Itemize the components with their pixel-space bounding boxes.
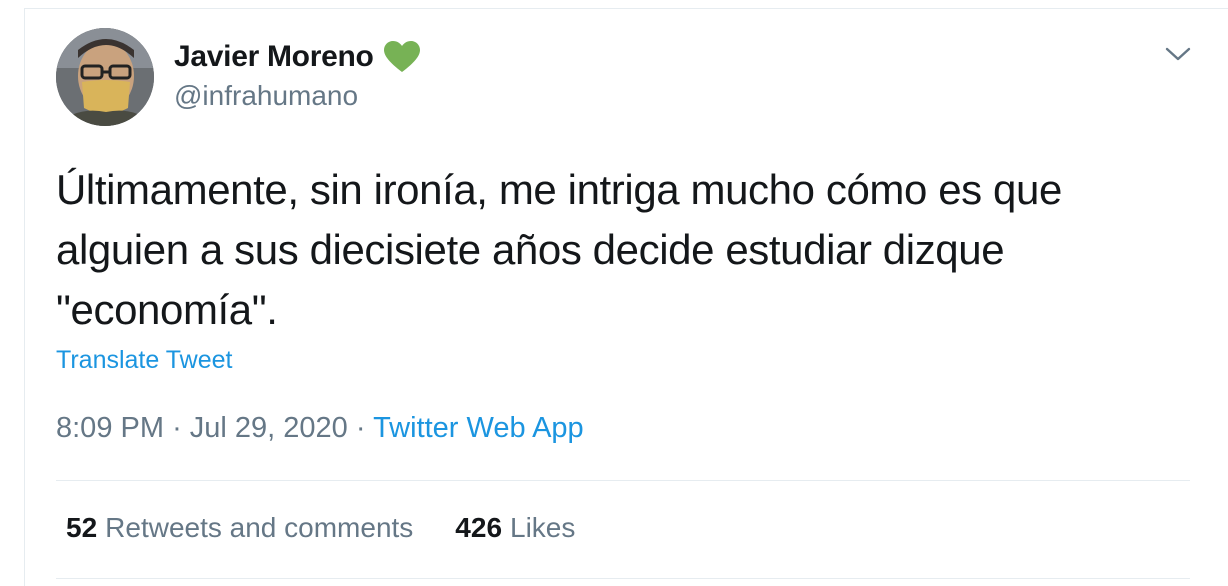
- divider: [56, 578, 1190, 579]
- tweet-time[interactable]: 8:09 PM: [56, 412, 164, 444]
- tweet-date[interactable]: Jul 29, 2020: [190, 412, 348, 444]
- meta-separator: ·: [355, 412, 374, 444]
- meta-separator: ·: [172, 412, 190, 444]
- tweet-source-link[interactable]: Twitter Web App: [373, 412, 584, 444]
- author-name-row[interactable]: Javier Moreno: [174, 40, 420, 74]
- retweets-stat[interactable]: 52 Retweets and comments: [66, 512, 413, 544]
- divider: [56, 480, 1190, 481]
- tweet-text: Últimamente, sin ironía, me intriga much…: [56, 160, 1186, 340]
- likes-count: 426: [455, 512, 503, 543]
- author-display-name[interactable]: Javier Moreno: [174, 40, 374, 74]
- author-handle[interactable]: @infrahumano: [174, 80, 358, 112]
- tweet-stats: 52 Retweets and comments 426 Likes: [66, 512, 617, 544]
- likes-label: Likes: [510, 512, 576, 543]
- retweets-label: Retweets and comments: [105, 512, 414, 543]
- tweet-text-line: alguien a sus diecisiete años decide est…: [56, 226, 1005, 273]
- retweets-count: 52: [66, 512, 98, 543]
- tweet-text-line: "economía".: [56, 286, 278, 333]
- translate-tweet-link[interactable]: Translate Tweet: [56, 346, 232, 375]
- green-heart-icon: [383, 41, 420, 73]
- likes-stat[interactable]: 426 Likes: [455, 512, 575, 544]
- chevron-down-icon[interactable]: [1164, 44, 1192, 64]
- avatar[interactable]: [56, 28, 154, 126]
- tweet-meta: 8:09 PM · Jul 29, 2020 · Twitter Web App: [56, 412, 584, 445]
- tweet-text-line: Últimamente, sin ironía, me intriga much…: [56, 166, 1062, 213]
